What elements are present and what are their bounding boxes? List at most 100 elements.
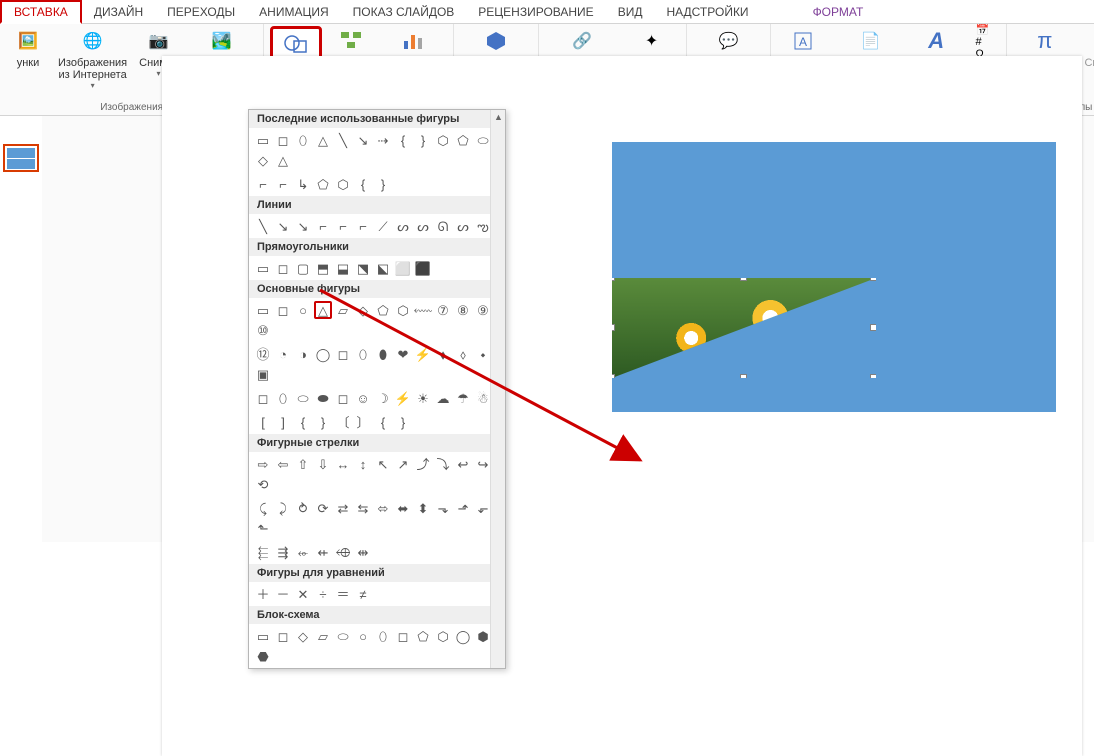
shape-glyph[interactable]: ⟲	[254, 475, 272, 493]
shape-glyph[interactable]: {	[374, 413, 392, 431]
tab-review[interactable]: РЕЦЕНЗИРОВАНИЕ	[466, 0, 605, 24]
shape-glyph[interactable]: ⬑	[254, 519, 272, 537]
shape-glyph[interactable]: ⬭	[294, 389, 312, 407]
shape-glyph[interactable]: ⬡	[434, 131, 452, 149]
handle-s[interactable]	[740, 374, 747, 378]
shape-glyph[interactable]: ⬯	[294, 131, 312, 149]
shape-glyph[interactable]: ▭	[254, 627, 272, 645]
handle-w[interactable]	[612, 324, 615, 331]
shape-glyph[interactable]: ⇆	[354, 499, 372, 517]
shape-glyph[interactable]: ↔	[334, 455, 352, 473]
shape-glyph[interactable]: ⤴	[414, 455, 432, 473]
shape-glyph[interactable]: ]	[274, 413, 292, 431]
shape-glyph[interactable]: ᔕ	[454, 217, 472, 235]
text-more-button[interactable]: 📅#Ω	[964, 26, 1000, 56]
shape-glyph[interactable]: }	[374, 175, 392, 193]
shape-glyph[interactable]: ☂	[454, 389, 472, 407]
handle-e[interactable]	[870, 324, 876, 331]
shape-glyph[interactable]: ＋	[254, 585, 272, 603]
shape-glyph[interactable]: {	[354, 175, 372, 193]
shape-glyph[interactable]: }	[414, 131, 432, 149]
shape-glyph[interactable]: ⬏	[454, 499, 472, 517]
shape-glyph[interactable]: ÷	[314, 585, 332, 603]
handle-se[interactable]	[870, 374, 876, 378]
shape-glyph[interactable]: ○	[354, 627, 372, 645]
shape-glyph[interactable]: ⟋	[374, 217, 392, 235]
shape-glyph[interactable]: ▱	[334, 301, 352, 319]
shape-glyph[interactable]: ↘	[294, 217, 312, 235]
shape-glyph[interactable]: ⬜	[394, 259, 412, 277]
shape-glyph[interactable]: ↗	[394, 455, 412, 473]
handle-sw[interactable]	[612, 374, 615, 378]
shape-glyph[interactable]: ⬔	[354, 259, 372, 277]
shape-glyph[interactable]: ⇩	[314, 455, 332, 473]
shape-glyph[interactable]: ◻	[394, 627, 412, 645]
shape-glyph[interactable]: ⬡	[334, 175, 352, 193]
shape-glyph[interactable]: ⌐	[274, 175, 292, 193]
shape-glyph[interactable]: ⬠	[454, 131, 472, 149]
shape-glyph[interactable]: ☽	[374, 389, 392, 407]
pictures-button[interactable]: 🖼️унки	[6, 26, 50, 70]
handle-ne[interactable]	[870, 278, 876, 281]
tab-transitions[interactable]: ПЕРЕХОДЫ	[155, 0, 247, 24]
shape-glyph[interactable]: }	[314, 413, 332, 431]
shape-glyph[interactable]: ⬄	[374, 499, 392, 517]
shape-glyph[interactable]: ⬬	[314, 389, 332, 407]
shape-glyph[interactable]: ☁	[434, 389, 452, 407]
shape-glyph[interactable]: ⬧	[434, 345, 452, 363]
shape-glyph[interactable]: ⬎	[434, 499, 452, 517]
shape-glyph[interactable]: ⚡	[414, 345, 432, 363]
shape-glyph[interactable]: ⬮	[374, 345, 392, 363]
online-pictures-button[interactable]: 🌐Изображения из Интернета▾	[54, 26, 131, 90]
shape-glyph[interactable]: ◯	[314, 345, 332, 363]
shape-glyph[interactable]: ≠	[354, 585, 372, 603]
rectangle-shape-top[interactable]	[612, 142, 1056, 278]
shape-glyph[interactable]: }	[394, 413, 412, 431]
shape-glyph[interactable]: ⇹	[354, 543, 372, 561]
shape-glyph[interactable]: ⬭	[334, 627, 352, 645]
shape-glyph[interactable]: ◯	[454, 627, 472, 645]
shape-glyph[interactable]: ⇦	[274, 455, 292, 473]
shape-glyph[interactable]: ⚡	[394, 389, 412, 407]
shape-glyph[interactable]: ▭	[254, 131, 272, 149]
shape-glyph[interactable]: ↩	[454, 455, 472, 473]
shape-glyph[interactable]: ⬠	[314, 175, 332, 193]
shape-glyph[interactable]: ⬛	[414, 259, 432, 277]
slide-thumb-1[interactable]	[3, 144, 39, 172]
shape-glyph[interactable]: ⇨	[254, 455, 272, 473]
shape-glyph[interactable]: ⬰	[294, 543, 312, 561]
shape-glyph[interactable]: ⌐	[334, 217, 352, 235]
tab-insert[interactable]: ВСТАВКА	[0, 0, 82, 24]
shape-glyph[interactable]: ⬒	[314, 259, 332, 277]
shape-glyph[interactable]: ⤹	[254, 499, 272, 517]
shape-glyph[interactable]: ⇶	[274, 543, 292, 561]
shape-glyph[interactable]: ⑧	[454, 301, 472, 319]
shape-glyph[interactable]: ◔	[274, 345, 292, 363]
shape-glyph[interactable]: [	[254, 413, 272, 431]
shape-glyph[interactable]: ⤸	[274, 499, 292, 517]
shape-glyph[interactable]: ⬌	[394, 499, 412, 517]
shape-glyph[interactable]: ◻	[274, 627, 292, 645]
shape-glyph[interactable]: ⬍	[414, 499, 432, 517]
shape-glyph[interactable]: △	[274, 151, 292, 169]
shape-glyph[interactable]: ↖	[374, 455, 392, 473]
shape-glyph[interactable]: ⇄	[334, 499, 352, 517]
shape-glyph[interactable]: ⌐	[314, 217, 332, 235]
triangle-picture-shape[interactable]	[612, 278, 876, 378]
shape-glyph[interactable]: ⬳	[414, 301, 432, 319]
rectangle-shape-bottom-right[interactable]	[874, 278, 1056, 412]
tab-view[interactable]: ВИД	[606, 0, 655, 24]
shape-glyph[interactable]: ⬯	[354, 345, 372, 363]
shape-glyph[interactable]: ⬲	[334, 543, 352, 561]
shape-glyph[interactable]: ☀	[414, 389, 432, 407]
shape-glyph[interactable]: ◇	[294, 627, 312, 645]
shape-glyph[interactable]: ▭	[254, 259, 272, 277]
tab-design[interactable]: ДИЗАЙН	[82, 0, 155, 24]
shape-glyph[interactable]: △	[314, 131, 332, 149]
shape-glyph[interactable]: ＝	[334, 585, 352, 603]
shape-glyph[interactable]: {	[394, 131, 412, 149]
shape-glyph[interactable]: ◻	[274, 301, 292, 319]
shape-glyph[interactable]: 〕	[354, 413, 372, 431]
shape-glyph[interactable]: ⬠	[414, 627, 432, 645]
panel-scrollbar[interactable]	[490, 110, 505, 668]
